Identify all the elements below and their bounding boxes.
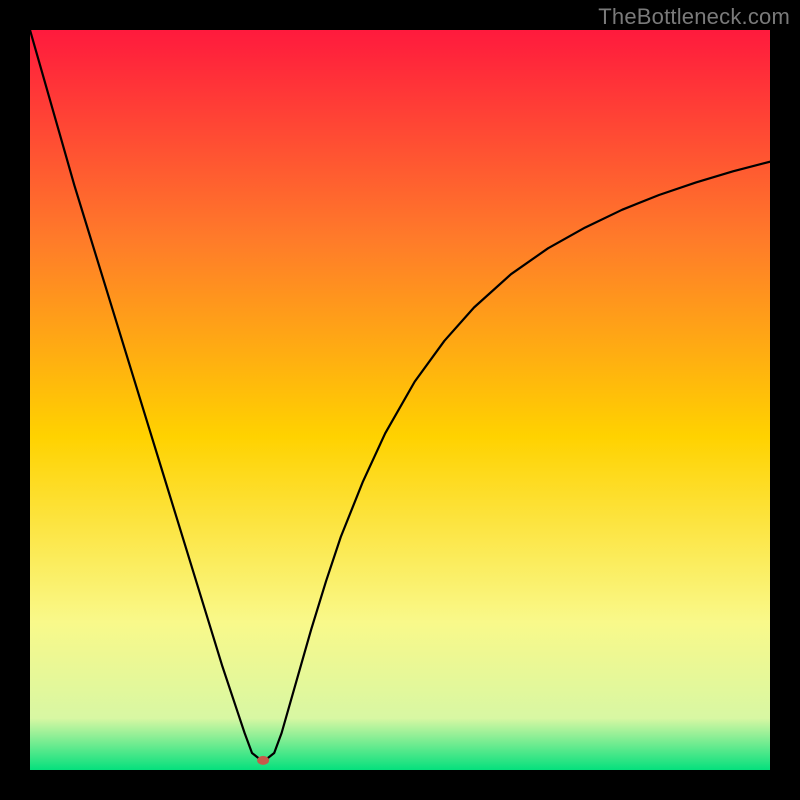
chart-svg — [30, 30, 770, 770]
plot-area — [30, 30, 770, 770]
minimum-marker — [257, 756, 269, 765]
chart-frame: TheBottleneck.com — [0, 0, 800, 800]
watermark-text: TheBottleneck.com — [598, 4, 790, 30]
